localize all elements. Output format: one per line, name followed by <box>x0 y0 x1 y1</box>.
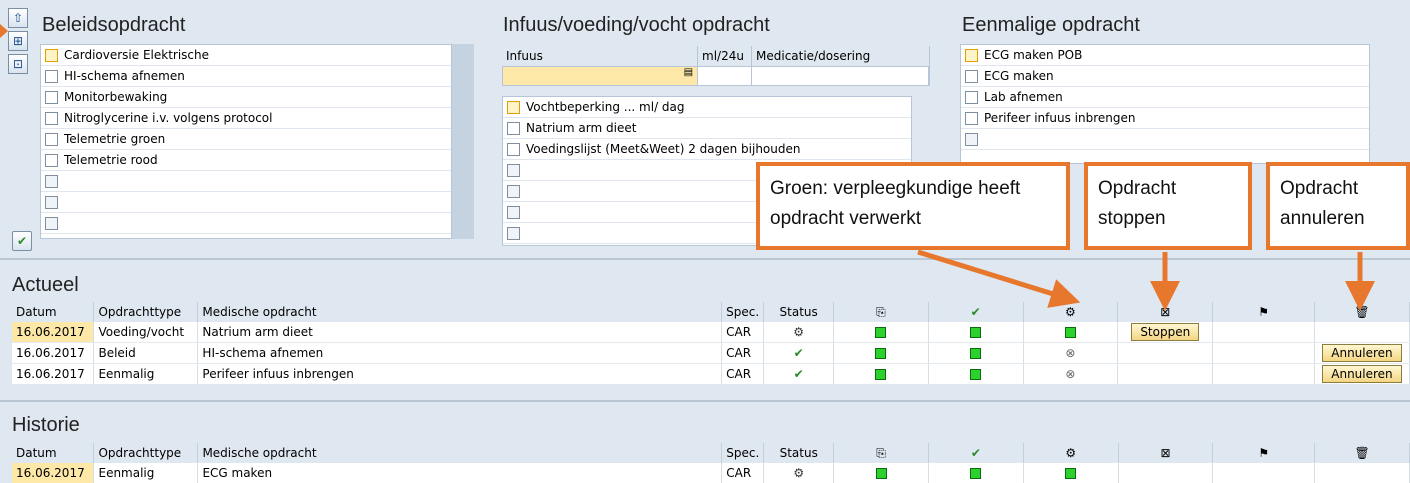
callout-arrows <box>917 249 1375 311</box>
arrow-groen <box>917 249 1081 308</box>
